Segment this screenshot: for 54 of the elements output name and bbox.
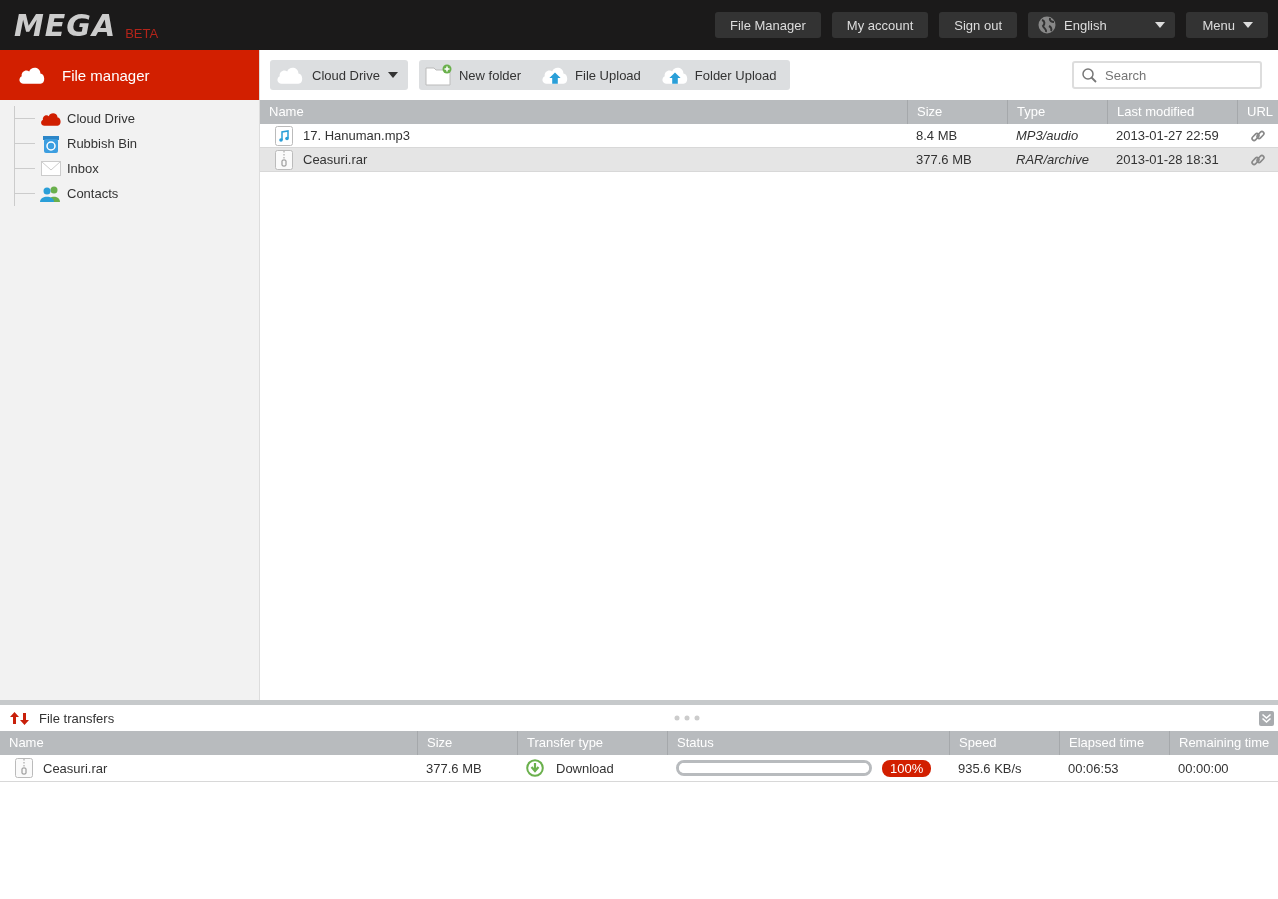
location-dropdown[interactable]: Cloud Drive bbox=[270, 60, 408, 90]
collapse-icon[interactable] bbox=[1259, 710, 1274, 726]
sidebar-item[interactable]: Contacts bbox=[67, 186, 119, 201]
cloud-icon bbox=[276, 65, 304, 85]
beta-label: BETA bbox=[125, 26, 159, 41]
cloud-icon bbox=[18, 65, 46, 85]
file-name[interactable]: 17. Hanuman.mp3 bbox=[303, 128, 410, 143]
table-cell: RAR/archive bbox=[1016, 152, 1089, 167]
nav-button[interactable]: File Manager bbox=[714, 12, 821, 38]
sidebar-item[interactable]: Rubbish Bin bbox=[67, 136, 138, 151]
table-cell: 2013-01-28 18:31 bbox=[1116, 152, 1219, 167]
download-icon bbox=[526, 759, 544, 777]
table-cell: 935.6 KB/s bbox=[958, 760, 1022, 776]
music-file-icon bbox=[275, 125, 293, 146]
search-field[interactable]: Search bbox=[1072, 61, 1262, 89]
table-cell: 2013-01-27 22:59 bbox=[1116, 128, 1219, 143]
percent-badge: 100% bbox=[882, 759, 932, 777]
table-cell: 8.4 MB bbox=[916, 128, 958, 143]
file-name: Ceasuri.rar bbox=[43, 760, 108, 776]
logo: MEGA bbox=[14, 7, 117, 43]
toolbar-button[interactable]: Folder Upload bbox=[660, 65, 777, 85]
envelope-icon bbox=[41, 161, 61, 176]
panel-title: File transfers bbox=[39, 710, 115, 726]
cloud-icon bbox=[40, 110, 62, 127]
table-cell: 00:06:53 bbox=[1068, 760, 1119, 776]
zip-file-icon bbox=[15, 758, 33, 778]
sidebar-item[interactable]: Inbox bbox=[67, 161, 99, 176]
toolbar-button[interactable]: New folder bbox=[424, 64, 522, 86]
recycle-bin-icon bbox=[42, 134, 60, 153]
sidebar-item[interactable]: Cloud Drive bbox=[67, 111, 135, 126]
caret-icon bbox=[1243, 22, 1253, 28]
toolbar-button[interactable]: File Upload bbox=[541, 65, 641, 85]
sidebar-title: File manager bbox=[62, 66, 150, 84]
nav-button[interactable]: Sign out bbox=[939, 12, 1017, 38]
drag-handle-icon[interactable] bbox=[673, 715, 700, 721]
nav-button[interactable]: My account bbox=[831, 12, 929, 38]
new-folder-icon bbox=[424, 64, 453, 86]
globe-icon bbox=[1038, 16, 1056, 34]
caret-icon bbox=[387, 72, 398, 78]
zip-file-icon bbox=[275, 149, 293, 170]
table-cell: 00:00:00 bbox=[1178, 760, 1229, 776]
table-cell: Download bbox=[556, 760, 614, 776]
table-cell: 377.6 MB bbox=[426, 760, 482, 776]
caret-icon bbox=[1155, 22, 1165, 28]
search-icon bbox=[1082, 68, 1097, 83]
table-cell: MP3/audio bbox=[1016, 128, 1079, 143]
cloud-upload-icon bbox=[660, 65, 689, 85]
people-icon bbox=[40, 185, 62, 202]
cloud-upload-icon bbox=[541, 65, 570, 85]
menu-button[interactable]: Menu bbox=[1186, 12, 1268, 38]
table-cell: 377.6 MB bbox=[916, 152, 972, 167]
file-name[interactable]: Ceasuri.rar bbox=[303, 152, 368, 167]
transfer-arrows-icon bbox=[10, 711, 29, 725]
language-dropdown[interactable]: English bbox=[1028, 12, 1175, 38]
